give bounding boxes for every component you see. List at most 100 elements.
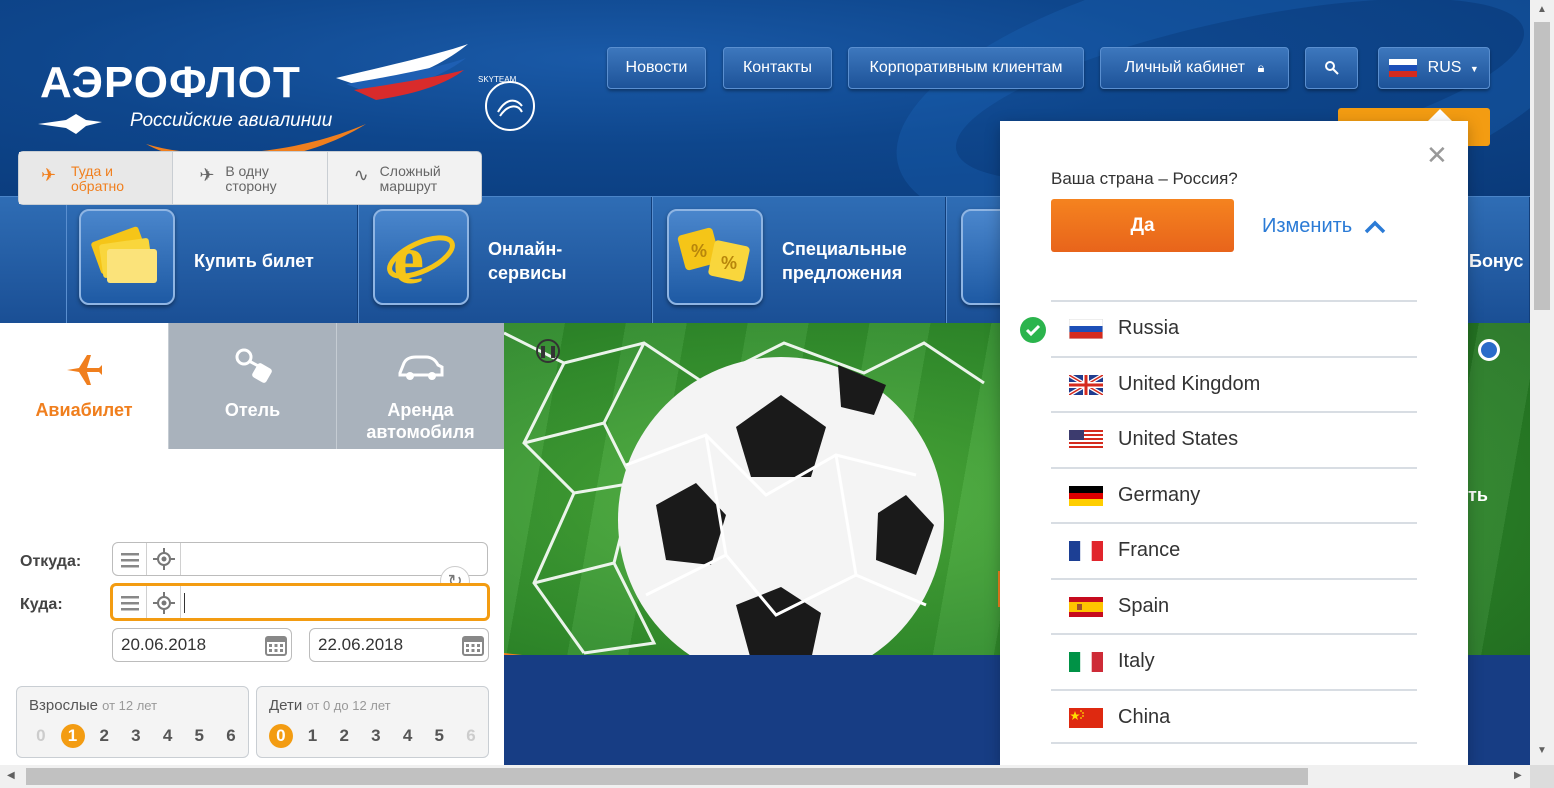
country-name: Italy (1118, 650, 1155, 672)
trip-one-way[interactable]: ✈ В одну сторону (173, 152, 328, 204)
popup-pointer (1428, 109, 1452, 121)
service-special-offers[interactable]: % % Специальные предложения (652, 197, 946, 324)
adults-option[interactable]: 4 (152, 723, 184, 749)
to-input[interactable] (110, 583, 490, 621)
tab-car-rental-label: Аренда автомобиля (366, 400, 475, 442)
banner-text: ть (1468, 485, 1488, 505)
country-item-italy[interactable]: Italy (1051, 633, 1417, 689)
russia-flag-icon (1389, 58, 1418, 77)
country-item-spain[interactable]: Spain (1051, 577, 1417, 634)
pause-icon[interactable]: ❚❚ (536, 339, 560, 363)
children-option[interactable]: 1 (297, 723, 329, 749)
adults-options: 0 1 2 3 4 5 6 (25, 723, 247, 749)
soccer-ball-graphic (618, 357, 944, 683)
tab-car-rental[interactable]: Аренда автомобиля (336, 323, 504, 449)
horizontal-scrollbar[interactable]: ◀ ▶ (0, 765, 1530, 788)
adults-option[interactable]: 6 (215, 723, 247, 749)
country-name: France (1118, 539, 1181, 561)
adults-sub: от 12 лет (102, 698, 158, 713)
caret-down-icon: ▼ (1469, 64, 1479, 74)
country-name: China (1118, 705, 1171, 728)
date-return-input[interactable]: 22.06.2018 (309, 628, 489, 662)
list-icon[interactable] (113, 543, 147, 575)
tab-hotel[interactable]: Отель (168, 323, 336, 449)
adults-option[interactable]: 2 (88, 723, 120, 749)
locate-icon[interactable] (147, 543, 181, 575)
text-cursor (184, 593, 185, 613)
airplane-icon: ✈ (41, 165, 57, 185)
country-item-us[interactable]: United States (1051, 411, 1417, 467)
service-buy-ticket-label: Купить билет (194, 251, 314, 271)
calendar-icon[interactable] (462, 634, 484, 656)
trip-round-trip[interactable]: ✈ Туда и обратно (19, 152, 174, 204)
country-item-uk[interactable]: United Kingdom (1051, 355, 1417, 412)
tickets-icon (79, 209, 175, 305)
adults-title: Взрослые (29, 697, 98, 714)
nav-corporate-button[interactable]: Корпоративным клиентам (848, 47, 1084, 89)
adults-selector: Взрослые от 12 лет 0 1 2 3 4 5 6 (16, 686, 249, 758)
adults-option[interactable]: 5 (183, 723, 215, 749)
tab-flight-label: Авиабилет (35, 400, 133, 420)
scroll-up-arrow-icon[interactable]: ▲ (1537, 4, 1547, 15)
from-label: Откуда: (20, 553, 82, 570)
children-option[interactable]: 3 (360, 723, 392, 749)
country-popup: ✕ Ваша страна – Россия? Да Изменить Russ… (1000, 121, 1468, 765)
children-sub: от 0 до 12 лет (306, 698, 391, 713)
scroll-down-arrow-icon[interactable]: ▼ (1537, 745, 1547, 756)
confirm-country-button[interactable]: Да (1051, 199, 1234, 252)
children-option[interactable]: 2 (328, 723, 360, 749)
children-option[interactable]: 6 (455, 723, 487, 749)
slide-indicator-dot[interactable] (1478, 339, 1500, 361)
children-option[interactable]: 4 (392, 723, 424, 749)
from-input[interactable] (112, 542, 488, 576)
country-item-germany[interactable]: Germany (1051, 466, 1417, 523)
online-services-icon: e (373, 209, 469, 305)
country-item-russia[interactable]: Russia (1020, 300, 1417, 356)
nav-account-button[interactable]: Личный кабинет 🔒︎ (1100, 47, 1289, 89)
children-option[interactable]: 5 (423, 723, 455, 749)
horizontal-scroll-thumb[interactable] (26, 768, 1308, 785)
vertical-scroll-thumb[interactable] (1534, 22, 1550, 310)
svg-text:e: e (393, 222, 424, 299)
children-option-selected[interactable]: 0 (265, 723, 297, 749)
search-button[interactable] (1305, 47, 1358, 89)
scroll-left-arrow-icon[interactable]: ◀ (7, 770, 15, 781)
svg-text:%: % (691, 241, 707, 261)
trip-type-selector: ✈ Туда и обратно ✈ В одну сторону ∿ Сложны… (18, 151, 482, 205)
tab-flight[interactable]: Авиабилет (0, 323, 168, 449)
route-icon: ∿ (353, 165, 369, 185)
trip-multi-city[interactable]: ∿ Сложный маршрут (328, 152, 481, 204)
special-offers-icon: % % (667, 209, 763, 305)
adults-option[interactable]: 3 (120, 723, 152, 749)
france-flag-icon (1069, 541, 1103, 561)
service-online-label: Онлайн-сервисы (488, 239, 567, 283)
to-label: Куда: (20, 596, 63, 613)
search-icon (1324, 60, 1339, 75)
locate-icon[interactable] (147, 586, 181, 618)
nav-contacts-button[interactable]: Контакты (723, 47, 832, 89)
close-icon[interactable]: ✕ (1426, 141, 1448, 171)
country-item-china[interactable]: China (1051, 688, 1417, 744)
language-selector[interactable]: RUS ▼ (1378, 47, 1490, 89)
checkmark-icon (1020, 317, 1046, 343)
adults-option[interactable]: 0 (25, 723, 57, 749)
calendar-icon[interactable] (265, 634, 287, 656)
list-icon[interactable] (113, 586, 147, 618)
change-country-button[interactable]: Изменить (1262, 215, 1386, 238)
adults-option-selected[interactable]: 1 (57, 723, 89, 749)
hotel-key-icon (235, 348, 272, 383)
country-item-france[interactable]: France (1051, 522, 1417, 578)
vertical-scrollbar[interactable]: ▲ ▼ (1530, 0, 1554, 765)
skyteam-text: SKYTEAM (478, 75, 517, 84)
service-buy-ticket[interactable]: Купить билет (66, 197, 358, 324)
service-online[interactable]: e Онлайн-сервисы (358, 197, 652, 324)
russia-flag-icon (1069, 319, 1103, 339)
service-special-offers-label: Специальные предложения (782, 239, 907, 283)
skyteam-logo[interactable]: SKYTEAM (476, 72, 538, 134)
scroll-right-arrow-icon[interactable]: ▶ (1514, 770, 1522, 781)
country-name: United States (1118, 428, 1239, 450)
date-outbound-input[interactable]: 20.06.2018 (112, 628, 292, 662)
country-question: Ваша страна – Россия? (1051, 169, 1238, 188)
nav-news-button[interactable]: Новости (607, 47, 706, 89)
nav-corporate-label: Корпоративным клиентам (869, 59, 1063, 76)
